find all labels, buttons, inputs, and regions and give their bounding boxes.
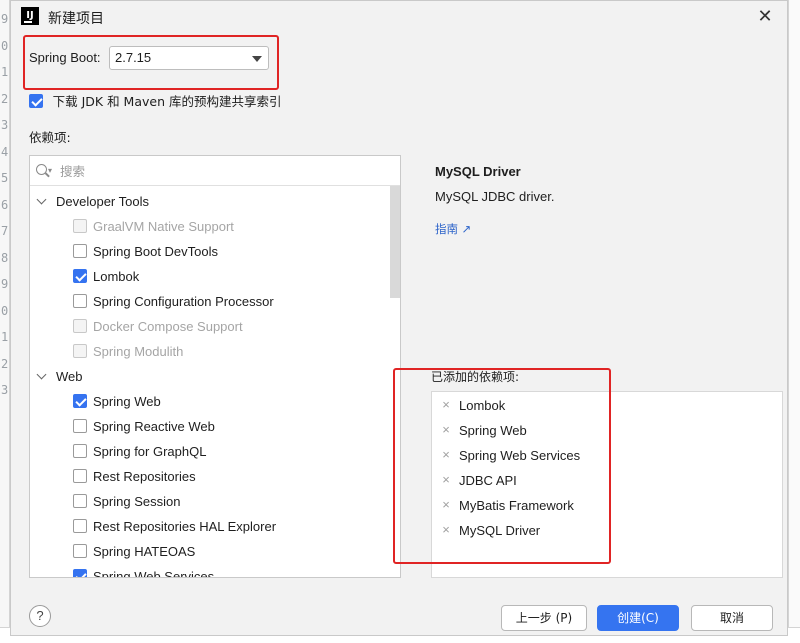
tree-item: GraalVM Native Support: [30, 214, 390, 239]
highlight-box-version: [23, 35, 279, 90]
tree-item[interactable]: Spring Web Services: [30, 564, 390, 578]
tree-item[interactable]: Spring Reactive Web: [30, 414, 390, 439]
background-line-number: 3: [1, 383, 9, 397]
tree-item-checkbox: [73, 344, 87, 358]
search-options-chevron-icon[interactable]: ▾: [48, 166, 52, 175]
chevron-down-icon[interactable]: [36, 369, 47, 380]
tree-item[interactable]: Spring Session: [30, 489, 390, 514]
tree-item-label: Spring Web: [93, 394, 161, 409]
cancel-button[interactable]: 取消: [691, 605, 773, 631]
background-line-number: 9: [1, 12, 9, 26]
tree-item-label: Spring Web Services: [93, 569, 215, 578]
background-line-number: 0: [1, 38, 9, 53]
tree-item[interactable]: Spring HATEOAS: [30, 539, 390, 564]
tree-item-label: Rest Repositories: [93, 469, 196, 484]
dependencies-tree-panel: ▾ Developer Tools GraalVM Native Support S…: [29, 155, 401, 578]
tree-item-label: Spring Session: [93, 494, 181, 509]
background-line-number: 8: [1, 250, 9, 265]
tree-item-checkbox[interactable]: [73, 444, 87, 458]
background-editor-right-edge: [788, 0, 800, 643]
tree-item-label: Docker Compose Support: [93, 319, 243, 334]
dialog-title: 新建项目: [48, 11, 104, 27]
background-line-number: 5: [1, 171, 9, 185]
tree-item-checkbox[interactable]: [73, 519, 87, 533]
background-line-number: 9: [1, 277, 9, 291]
tree-item-checkbox[interactable]: [73, 394, 87, 408]
background-line-number: 4: [1, 144, 9, 159]
background-line-number: 3: [1, 118, 9, 132]
previous-button[interactable]: 上一步 (P): [501, 605, 587, 631]
tree-item-checkbox[interactable]: [73, 269, 87, 283]
selected-dependency-description: MySQL JDBC driver.: [435, 189, 555, 204]
tree-scrollbar-thumb[interactable]: [390, 186, 400, 298]
new-project-dialog: IJ 新建项目 ✕ Spring Boot: 2.7.15 下载 JDK 和 M…: [10, 0, 788, 636]
tree-item: Docker Compose Support: [30, 314, 390, 339]
chevron-down-icon[interactable]: [36, 194, 47, 205]
tree-item-checkbox[interactable]: [73, 494, 87, 508]
tree-item[interactable]: Rest Repositories: [30, 464, 390, 489]
tree-item[interactable]: Spring Boot DevTools: [30, 239, 390, 264]
highlight-box-added: [393, 368, 611, 564]
tree-item-checkbox[interactable]: [73, 419, 87, 433]
background-line-number: 2: [1, 91, 9, 106]
tree-item-checkbox[interactable]: [73, 469, 87, 483]
background-line-number: 6: [1, 197, 9, 212]
tree-item-checkbox: [73, 219, 87, 233]
download-index-checkbox[interactable]: [29, 93, 43, 108]
background-line-number: 0: [1, 303, 9, 318]
background-editor-gutter: 9 0 1 2 3 4 5 6 7 8 9 0 1 2 3: [0, 0, 10, 643]
tree-category[interactable]: Developer Tools: [30, 189, 390, 214]
tree-item-label: Spring Reactive Web: [93, 419, 215, 434]
download-index-label: 下载 JDK 和 Maven 库的预构建共享索引: [52, 94, 282, 109]
tree-item[interactable]: Spring Web: [30, 389, 390, 414]
tree-category-label: Web: [56, 369, 83, 384]
tree-item[interactable]: Lombok: [30, 264, 390, 289]
tree-item[interactable]: Spring Configuration Processor: [30, 289, 390, 314]
tree-item: Spring Modulith: [30, 339, 390, 364]
tree-item-label: Spring Modulith: [93, 344, 184, 359]
tree-item-checkbox[interactable]: [73, 569, 87, 577]
guide-link[interactable]: 指南 ↗: [435, 221, 471, 237]
title-bar: IJ 新建项目 ✕: [11, 1, 787, 31]
tree-item-checkbox[interactable]: [73, 244, 87, 258]
close-icon[interactable]: ✕: [755, 6, 775, 26]
tree-item-label: GraalVM Native Support: [93, 219, 234, 234]
dependency-search-input[interactable]: [60, 160, 380, 182]
background-line-number: 2: [1, 356, 9, 371]
help-button[interactable]: ?: [29, 605, 51, 627]
background-line-number: 7: [1, 224, 9, 238]
tree-item-label: Spring Configuration Processor: [93, 294, 274, 309]
tree-item[interactable]: Spring for GraphQL: [30, 439, 390, 464]
background-line-number: 1: [1, 330, 9, 344]
tree-item-label: Spring HATEOAS: [93, 544, 196, 559]
tree-item-checkbox: [73, 319, 87, 333]
tree-item-label: Lombok: [93, 269, 140, 284]
dependencies-section-label: 依赖项:: [29, 130, 71, 145]
tree-item-label: Spring Boot DevTools: [93, 244, 219, 259]
background-line-number: 1: [1, 65, 9, 79]
search-icon: [36, 164, 47, 175]
tree-item-checkbox[interactable]: [73, 294, 87, 308]
dependency-search-box: ▾: [30, 156, 400, 186]
tree-category[interactable]: Web: [30, 364, 390, 389]
selected-dependency-title: MySQL Driver: [435, 164, 521, 179]
intellij-logo-icon: IJ: [21, 7, 39, 25]
download-index-option[interactable]: 下载 JDK 和 Maven 库的预构建共享索引: [29, 91, 282, 109]
tree-category-label: Developer Tools: [56, 194, 149, 209]
create-button[interactable]: 创建(C): [597, 605, 679, 631]
tree-item-label: Spring for GraphQL: [93, 444, 207, 459]
tree-item[interactable]: Rest Repositories HAL Explorer: [30, 514, 390, 539]
tree-item-label: Rest Repositories HAL Explorer: [93, 519, 277, 534]
tree-item-checkbox[interactable]: [73, 544, 87, 558]
dependency-tree: Developer Tools GraalVM Native Support Spr…: [30, 186, 390, 577]
